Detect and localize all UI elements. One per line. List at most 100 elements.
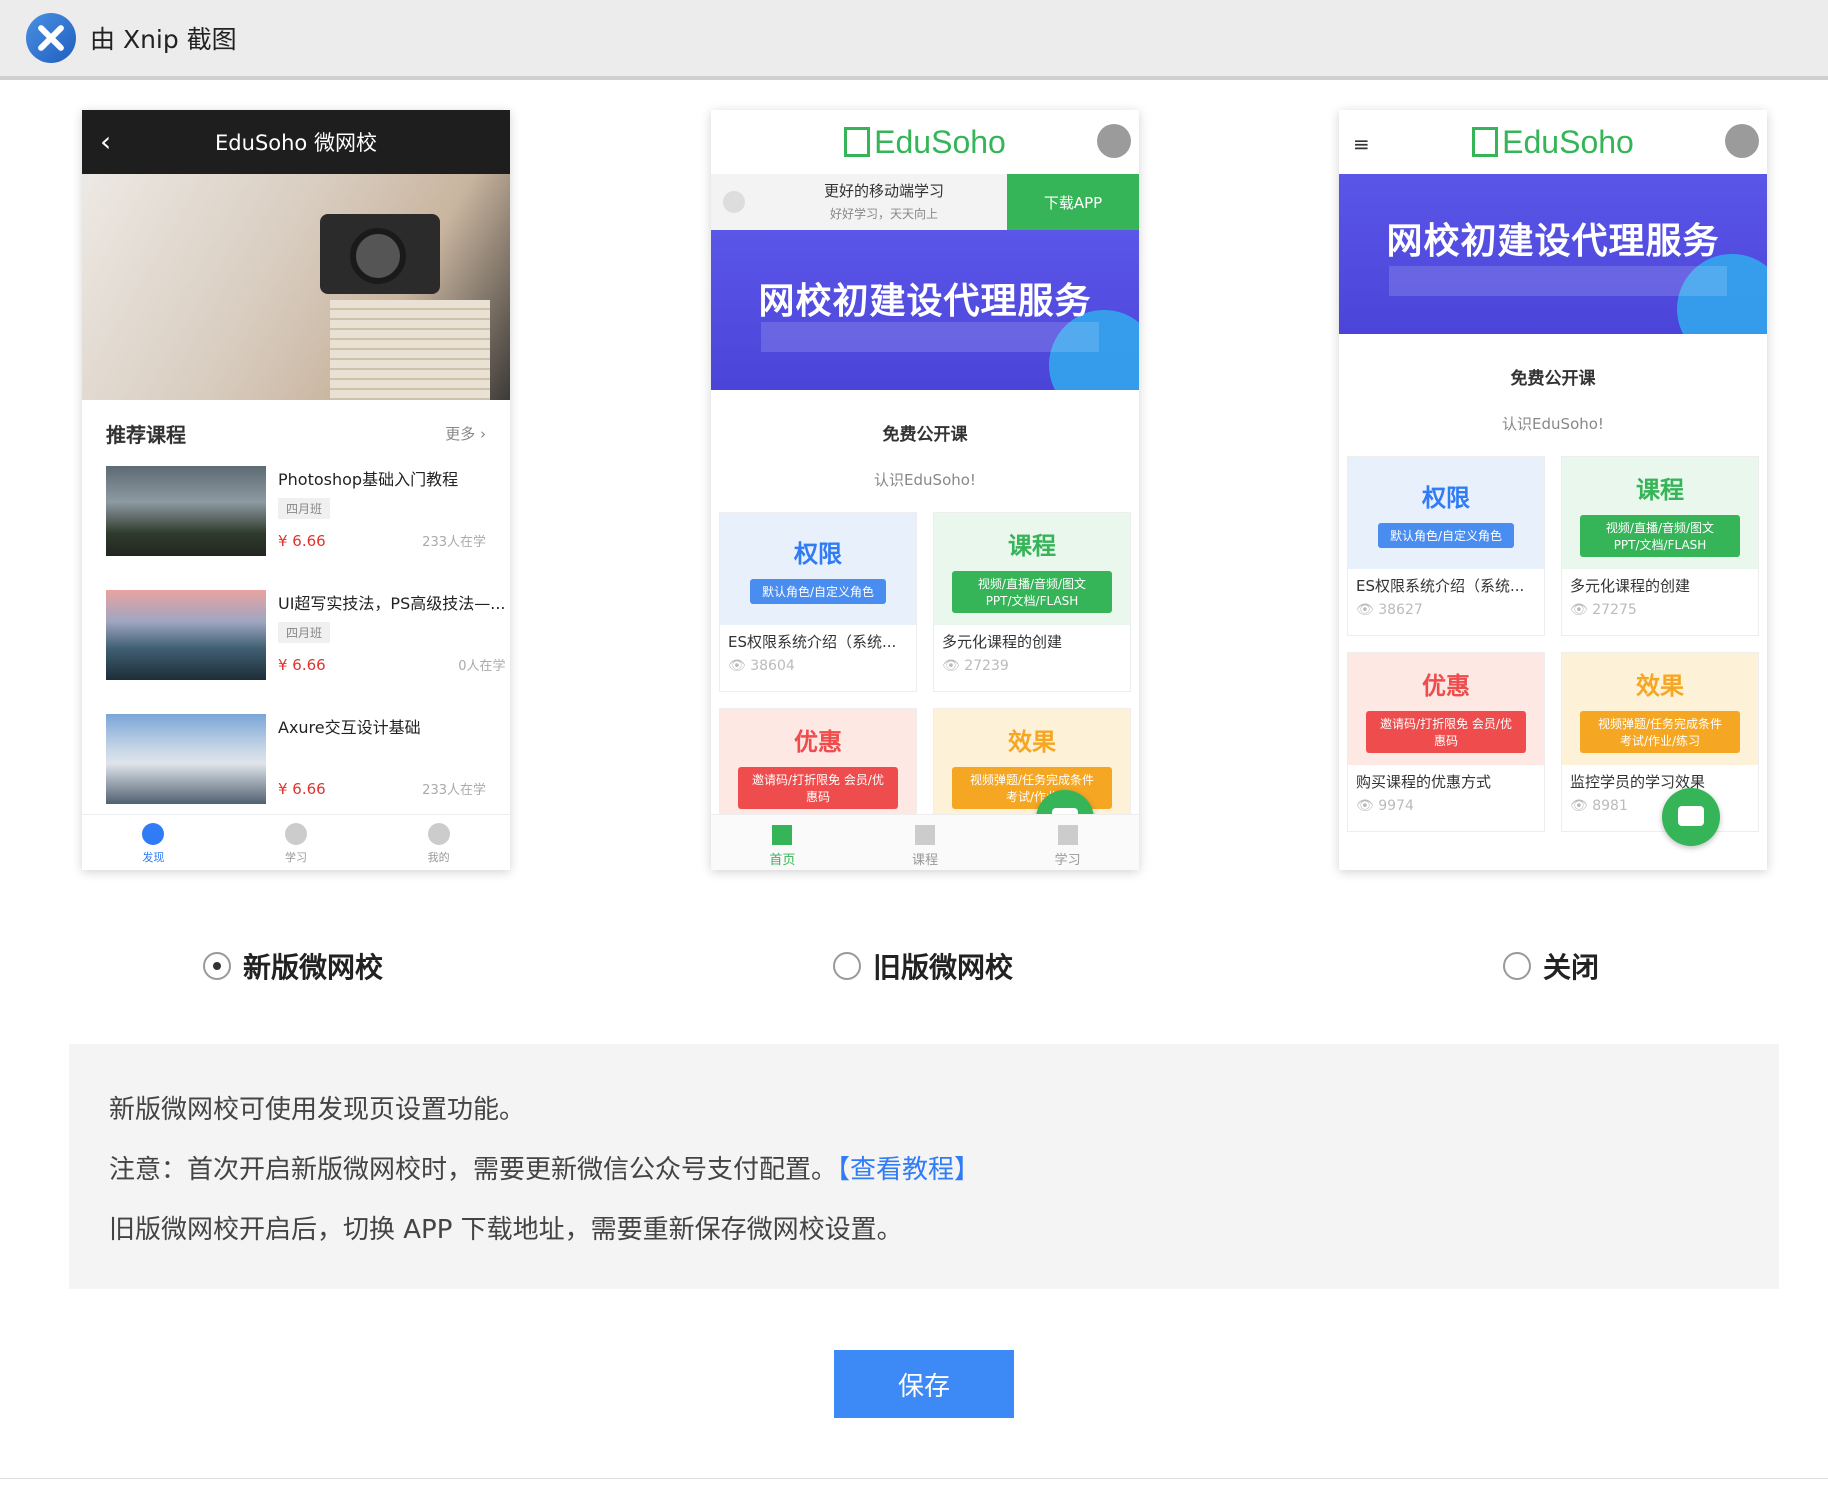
book-icon: 课程 [1008, 531, 1056, 560]
camera-illustration [320, 214, 440, 294]
xnip-logo-icon [26, 13, 76, 63]
section-more-link: 更多 › [445, 424, 486, 443]
tab-home: 首页 [711, 815, 854, 870]
course-card: 效果 视频弹题/任务完成条件 考试/作业/练习 监控学员的学习效果 👁 8981 [1561, 652, 1759, 832]
save-button[interactable]: 保存 [834, 1350, 1014, 1418]
preview-header: ‹ EduSoho 微网校 [82, 110, 510, 174]
preview-tabbar: 发现 学习 我的 [82, 814, 510, 870]
preview-header: EduSoho [711, 110, 1139, 174]
course-item: UI超写实技法，PS高级技法—... 四月班 ¥ 6.66 0人在学 [82, 590, 510, 714]
avatar-icon [1097, 124, 1131, 158]
course-title: Axure交互设计基础 [278, 718, 421, 737]
option-old-version[interactable]: 旧版微网校 [833, 946, 1013, 986]
learn-icon [1057, 825, 1078, 845]
chat-bubble-icon [1662, 788, 1720, 846]
option-new-version[interactable]: 新版微网校 [203, 946, 383, 986]
book-icon: 课程 [1636, 475, 1684, 504]
preview-old-version: EduSoho 更好的移动端学习 好好学习，天天向上 下载APP 网校初建设代理… [711, 110, 1139, 870]
preview-tabbar: 首页 课程 学习 [711, 814, 1139, 870]
note-line-1: 新版微网校可使用发现页设置功能。 [109, 1095, 526, 1125]
option-close[interactable]: 关闭 [1503, 946, 1599, 986]
note-line-3: 旧版微网校开启后，切换 APP 下载地址，需要重新保存微网校设置。 [109, 1215, 903, 1245]
edusoho-logo: EduSoho [844, 124, 1006, 161]
public-sub: 认识EduSoho! [1502, 415, 1604, 433]
view-tutorial-link[interactable]: 【查看教程】 [837, 1155, 980, 1185]
download-app-bar: 更好的移动端学习 好好学习，天天向上 下载APP [711, 174, 1139, 230]
back-arrow-icon: ‹ [100, 125, 112, 158]
public-course-section: 免费公开课 认识EduSoho! [711, 390, 1139, 490]
course-students: 233人在学 [422, 535, 486, 550]
eye-icon: 👁 9974 [1356, 798, 1414, 814]
course-card: 优惠 邀请码/打折限免 会员/优惠码 购买课程的优惠方式 👁 9974 [1347, 652, 1545, 832]
course-thumbnail [106, 714, 266, 804]
radio-new-version[interactable] [203, 952, 231, 980]
course-card: 权限 默认角色/自定义角色 ES权限系统介绍（系统... 👁 38627 [1347, 456, 1545, 636]
course-price: ¥ 6.66 [278, 780, 326, 798]
public-title: 免费公开课 [1510, 369, 1596, 389]
banner-title: 网校初建设代理服务 [758, 281, 1092, 322]
download-text: 更好的移动端学习 [823, 182, 944, 200]
public-course-section: 免费公开课 认识EduSoho! [1339, 334, 1767, 434]
public-title: 免费公开课 [882, 425, 968, 445]
eye-icon: 👁 8981 [1570, 798, 1628, 814]
course-students: 233人在学 [422, 783, 486, 798]
section-title: 推荐课程 [106, 422, 186, 447]
banner-title: 网校初建设代理服务 [1386, 221, 1720, 262]
option-close-label: 关闭 [1543, 951, 1600, 984]
avatar-icon [1725, 124, 1759, 158]
course-thumbnail [106, 466, 266, 556]
promo-banner: 网校初建设代理服务 [711, 230, 1139, 390]
preview-new-version: ‹ EduSoho 微网校 推荐课程 更多 › Photoshop基础入门教程 … [82, 110, 510, 870]
eye-icon: 👁 27239 [942, 658, 1009, 674]
tab-mine: 我的 [367, 815, 510, 870]
course-students: 0人在学 [458, 659, 506, 674]
course-title: Photoshop基础入门教程 [278, 470, 459, 489]
eye-icon: 👁 27275 [1570, 602, 1637, 618]
courses-icon [915, 825, 935, 845]
lock-icon: 权限 [794, 540, 842, 568]
edusoho-logo: EduSoho [1472, 124, 1634, 161]
eye-icon: 👁 38604 [728, 658, 795, 674]
eye-icon: 👁 38627 [1356, 602, 1423, 618]
xnip-title: 由 Xnip 截图 [90, 25, 237, 54]
coupon-icon: 优惠 [1422, 671, 1470, 700]
discover-icon [142, 823, 165, 845]
note-line-2: 注意：首次开启新版微网校时，需要更新微信公众号支付配置。【查看教程】 [109, 1155, 981, 1185]
course-card: 权限 默认角色/自定义角色 ES权限系统介绍（系统... 👁 38604 [719, 512, 917, 692]
course-thumbnail [106, 590, 266, 680]
course-title: UI超写实技法，PS高级技法—... [278, 594, 506, 613]
home-icon [772, 825, 793, 845]
study-icon [285, 823, 307, 845]
preview-closed: ≡ EduSoho 网校初建设代理服务 免费公开课 认识EduSoho! 权限默… [1339, 110, 1767, 870]
radio-old-version[interactable] [833, 952, 861, 980]
promo-banner: 网校初建设代理服务 [1339, 174, 1767, 334]
radio-close[interactable] [1503, 952, 1531, 980]
public-sub: 认识EduSoho! [874, 471, 976, 489]
menu-icon: ≡ [1353, 132, 1370, 156]
preview-header-title: EduSoho 微网校 [215, 131, 377, 155]
section-header: 推荐课程 更多 › [82, 400, 510, 466]
diamond-icon: 效果 [1008, 727, 1056, 756]
hero-image [82, 174, 510, 400]
lock-icon: 权限 [1422, 484, 1470, 512]
course-price: ¥ 6.66 [278, 532, 326, 550]
notes-box: 新版微网校可使用发现页设置功能。 注意：首次开启新版微网校时，需要更新微信公众号… [69, 1044, 1779, 1289]
course-card: 课程 视频/直播/音频/图文 PPT/文档/FLASH 多元化课程的创建 👁 27… [933, 512, 1131, 692]
diamond-icon: 效果 [1636, 671, 1684, 700]
preview-header: ≡ EduSoho [1339, 110, 1767, 174]
course-tag: 四月班 [278, 622, 331, 643]
option-new-label: 新版微网校 [243, 951, 384, 984]
option-old-label: 旧版微网校 [873, 951, 1014, 984]
xnip-titlebar: 由 Xnip 截图 [0, 0, 1828, 80]
course-price: ¥ 6.66 [278, 656, 326, 674]
tab-discover: 发现 [82, 815, 225, 870]
mine-icon [427, 823, 450, 845]
tab-courses: 课程 [854, 815, 997, 870]
download-app-button: 下载APP [1007, 174, 1139, 230]
course-card: 课程 视频/直播/音频/图文 PPT/文档/FLASH 多元化课程的创建 👁 27… [1561, 456, 1759, 636]
close-icon [723, 191, 745, 213]
books-illustration [330, 300, 490, 400]
tab-learn: 学习 [996, 815, 1139, 870]
course-tag: 四月班 [278, 498, 331, 519]
download-sub: 好好学习，天天向上 [829, 207, 938, 221]
